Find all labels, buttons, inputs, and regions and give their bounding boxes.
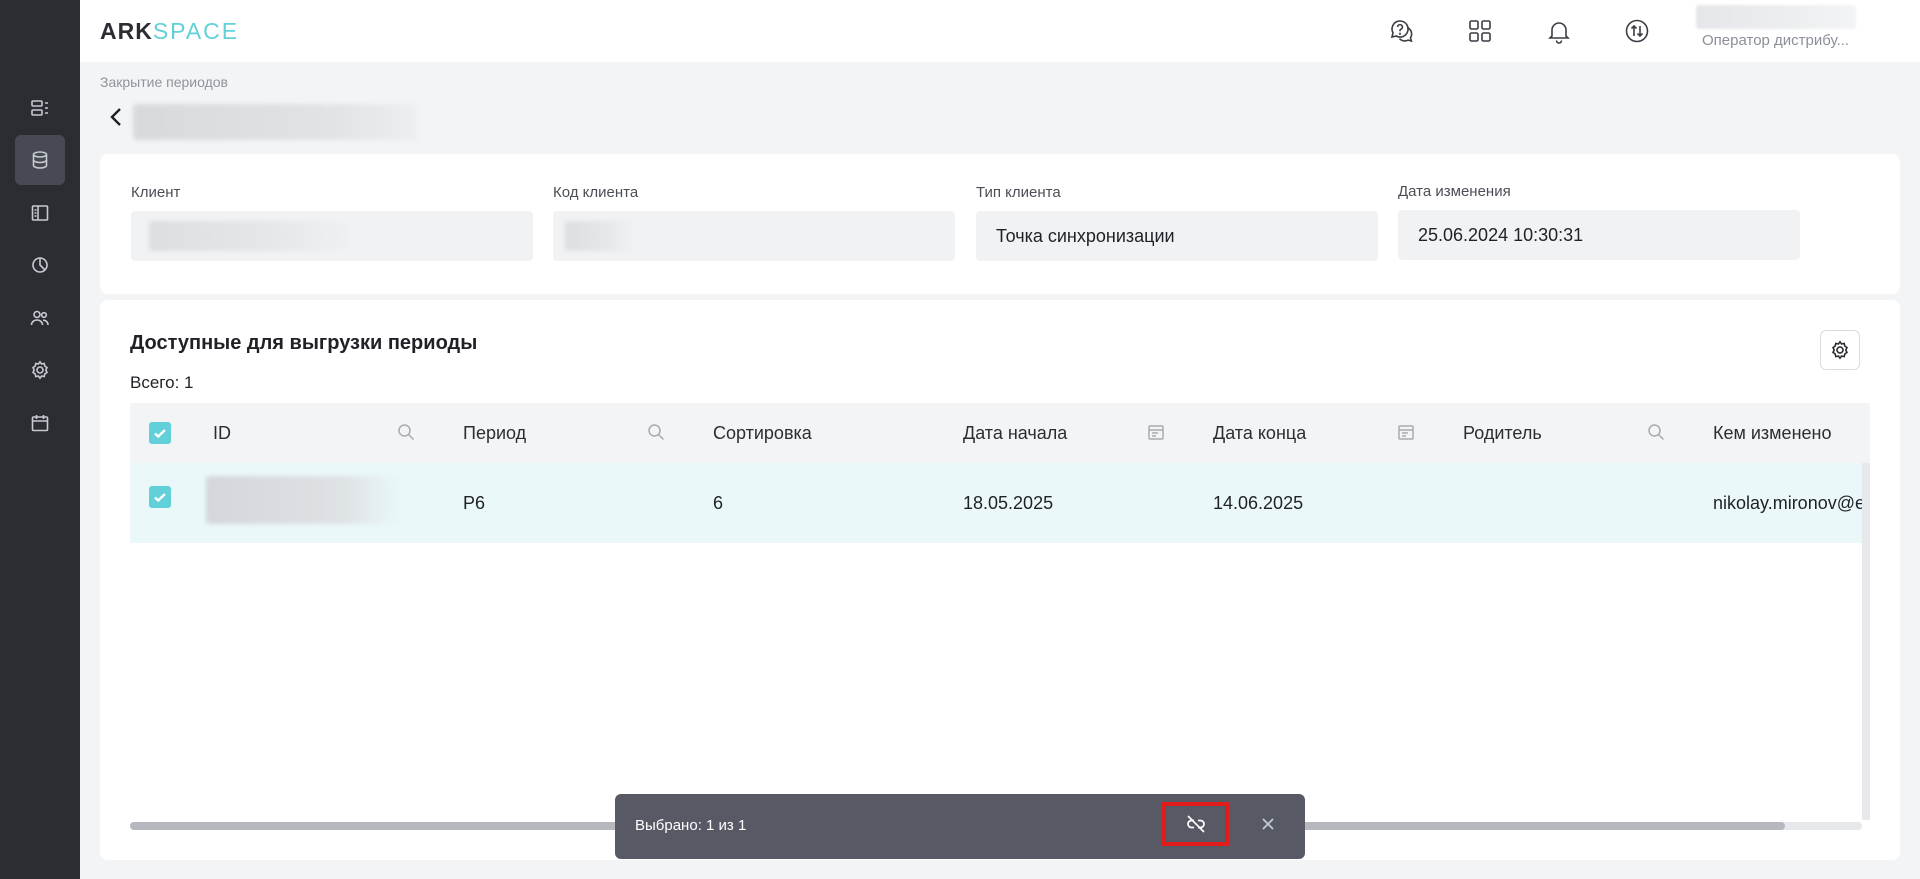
selection-count: Выбрано: 1 из 1 <box>635 817 747 834</box>
sidebar-item-settings[interactable] <box>15 345 65 395</box>
periods-table-card: Доступные для выгрузки периоды Всего: 1 … <box>100 300 1900 860</box>
client-type-field: Тип клиента Точка синхронизации <box>976 184 1378 261</box>
client-type-label: Тип клиента <box>976 184 1061 201</box>
period-column-search[interactable] <box>647 423 667 443</box>
layout-icon <box>31 205 49 221</box>
top-header: ARKSPACE Оператор дистрибу... <box>80 0 1920 62</box>
grid-icon <box>1469 20 1491 42</box>
column-header-end-date[interactable]: Дата конца <box>1213 403 1306 463</box>
id-column-search[interactable] <box>397 423 417 443</box>
column-header-changed-by[interactable]: Кем изменено <box>1713 403 1831 463</box>
sync-button[interactable] <box>1620 14 1654 48</box>
database-icon <box>32 151 48 169</box>
support-chat-button[interactable] <box>1385 14 1419 48</box>
sidebar-item-calendar[interactable] <box>15 398 65 448</box>
modified-date-field: Дата изменения 25.06.2024 10:30:31 <box>1398 183 1800 260</box>
sidebar-item-users[interactable] <box>15 293 65 343</box>
modified-date-label: Дата изменения <box>1398 183 1511 200</box>
list-icon <box>31 100 48 116</box>
row-id-redacted <box>206 476 402 524</box>
sidebar <box>0 0 80 879</box>
select-all-checkbox[interactable] <box>149 422 171 444</box>
chevron-left-icon <box>110 108 121 126</box>
table-total-count: Всего: 1 <box>130 373 194 392</box>
selection-action-bar: Выбрано: 1 из 1 <box>615 794 1305 859</box>
back-button[interactable] <box>104 104 130 130</box>
client-info-card: Клиент Код клиента Тип клиента Точка син… <box>100 154 1900 294</box>
column-header-parent[interactable]: Родитель <box>1463 403 1542 463</box>
cell-sort: 6 <box>713 492 724 513</box>
unlink-icon <box>1186 815 1205 833</box>
cell-end-date: 14.06.2025 <box>1213 492 1304 513</box>
user-name-redacted <box>1696 5 1856 29</box>
bell-icon <box>1548 22 1570 44</box>
pie-chart-icon <box>32 257 48 273</box>
client-code-value-redacted <box>565 221 635 251</box>
calendar-icon <box>1148 425 1164 440</box>
search-icon <box>648 424 665 441</box>
cell-period: P6 <box>463 492 486 513</box>
client-value-redacted <box>149 221 359 251</box>
client-code-label: Код клиента <box>553 184 639 201</box>
column-header-period[interactable]: Период <box>463 403 526 463</box>
help-chat-icon <box>1390 20 1413 43</box>
sidebar-item-database[interactable] <box>15 135 65 185</box>
app-logo[interactable]: ARKSPACE <box>100 18 239 45</box>
page-title-redacted <box>133 104 417 140</box>
sidebar-item-layout[interactable] <box>15 188 65 238</box>
sidebar-item-reports[interactable] <box>15 240 65 290</box>
cell-changed-by: nikolay.mironov@et <box>1713 492 1870 513</box>
check-icon <box>154 429 166 439</box>
search-icon <box>1648 424 1665 441</box>
logo-ark-text: ARK <box>100 18 153 44</box>
vertical-scrollbar[interactable] <box>1862 463 1870 820</box>
client-field: Клиент <box>131 184 533 261</box>
sync-arrows-icon <box>1625 19 1649 43</box>
unlink-button[interactable] <box>1162 802 1229 846</box>
table-row[interactable]: P6 6 18.05.2025 14.06.2025 nikolay.miron… <box>130 463 1870 543</box>
clear-selection-button[interactable] <box>1260 816 1280 836</box>
row-checkbox[interactable] <box>149 486 171 508</box>
table-title: Доступные для выгрузки периоды <box>130 332 478 354</box>
periods-table: ID Период Сортировка Дата начала Дата ко… <box>130 403 1870 813</box>
users-icon <box>30 310 49 326</box>
apps-grid-button[interactable] <box>1463 14 1497 48</box>
user-menu[interactable]: Оператор дистрибу... <box>1696 5 1920 55</box>
notifications-button[interactable] <box>1542 14 1576 48</box>
end-date-filter[interactable] <box>1397 423 1417 443</box>
table-header-row: ID Период Сортировка Дата начала Дата ко… <box>130 403 1870 463</box>
column-header-sort[interactable]: Сортировка <box>713 403 812 463</box>
client-code-field: Код клиента <box>553 184 955 261</box>
search-icon <box>398 424 415 441</box>
start-date-filter[interactable] <box>1147 423 1167 443</box>
check-icon <box>154 493 166 503</box>
parent-column-search[interactable] <box>1647 423 1667 443</box>
client-input[interactable] <box>131 211 533 261</box>
gear-icon <box>31 360 49 380</box>
cell-start-date: 18.05.2025 <box>963 492 1054 513</box>
logo-space-text: SPACE <box>152 18 240 44</box>
table-settings-button[interactable] <box>1820 330 1860 370</box>
client-label: Клиент <box>131 184 181 201</box>
column-header-id[interactable]: ID <box>213 403 231 463</box>
gear-icon <box>1831 340 1849 360</box>
sidebar-item-lists[interactable] <box>15 83 65 133</box>
modified-date-input[interactable]: 25.06.2024 10:30:31 <box>1398 210 1800 260</box>
client-type-input[interactable]: Точка синхронизации <box>976 211 1378 261</box>
client-code-input[interactable] <box>553 211 955 261</box>
user-role: Оператор дистрибу... <box>1702 32 1850 49</box>
close-icon <box>1262 818 1274 830</box>
calendar-icon <box>1398 425 1414 440</box>
column-header-start-date[interactable]: Дата начала <box>963 403 1067 463</box>
breadcrumb[interactable]: Закрытие периодов <box>100 74 228 90</box>
calendar-icon <box>31 415 49 432</box>
